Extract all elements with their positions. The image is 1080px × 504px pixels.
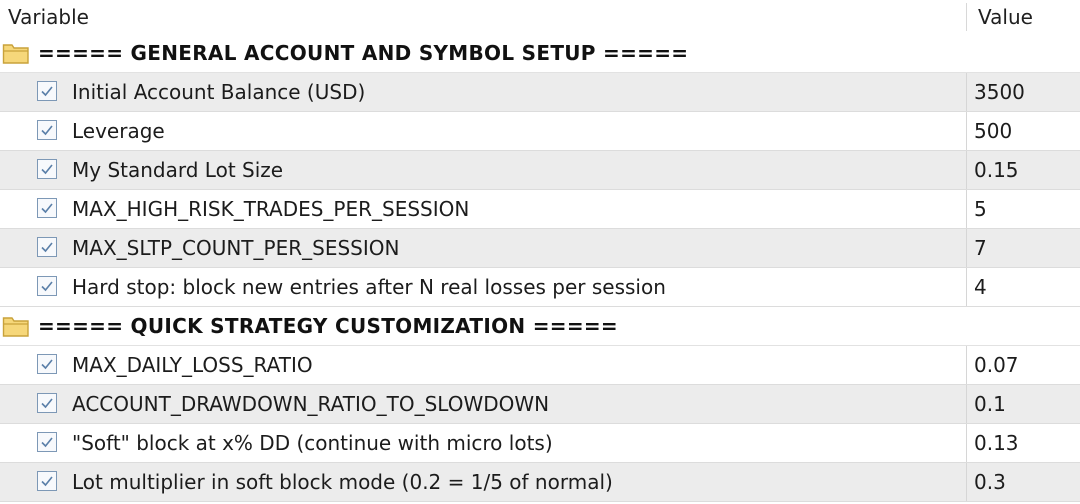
checkmark-icon: [41, 281, 53, 292]
column-divider: [966, 385, 967, 423]
table-row[interactable]: Hard stop: block new entries after N rea…: [0, 268, 1080, 307]
checkmark-icon: [41, 242, 53, 253]
row-value[interactable]: 7: [974, 229, 987, 267]
column-divider: [966, 151, 967, 189]
column-divider: [966, 463, 967, 501]
table-row[interactable]: MAX_HIGH_RISK_TRADES_PER_SESSION 5: [0, 190, 1080, 229]
group-title: ===== QUICK STRATEGY CUSTOMIZATION =====: [38, 314, 618, 338]
row-label: MAX_HIGH_RISK_TRADES_PER_SESSION: [72, 197, 470, 221]
row-value[interactable]: 0.15: [974, 151, 1019, 189]
row-label: Leverage: [72, 119, 165, 143]
folder-icon: [2, 44, 29, 64]
checkbox[interactable]: [37, 354, 57, 374]
table-row[interactable]: Initial Account Balance (USD) 3500: [0, 73, 1080, 112]
row-label: My Standard Lot Size: [72, 158, 284, 182]
group-title: ===== GENERAL ACCOUNT AND SYMBOL SETUP =…: [38, 41, 689, 65]
column-divider[interactable]: [966, 3, 967, 31]
checkbox[interactable]: [37, 81, 57, 101]
column-divider: [966, 346, 967, 384]
row-value[interactable]: 0.07: [974, 346, 1019, 384]
row-label: ACCOUNT_DRAWDOWN_RATIO_TO_SLOWDOWN: [72, 392, 550, 416]
checkbox[interactable]: [37, 393, 57, 413]
checkbox[interactable]: [37, 237, 57, 257]
row-label: "Soft" block at x% DD (continue with mic…: [72, 431, 553, 455]
row-label: Lot multiplier in soft block mode (0.2 =…: [72, 470, 613, 494]
column-divider: [966, 73, 967, 111]
checkmark-icon: [41, 164, 53, 175]
row-value[interactable]: 0.13: [974, 424, 1019, 462]
inputs-table: Variable Value ===== GENERAL ACCOUNT AND…: [0, 0, 1080, 504]
group-row-quick-strategy[interactable]: ===== QUICK STRATEGY CUSTOMIZATION =====: [0, 307, 1080, 346]
checkbox[interactable]: [37, 159, 57, 179]
folder-icon: [2, 317, 29, 337]
table-row[interactable]: Lot multiplier in soft block mode (0.2 =…: [0, 463, 1080, 502]
column-divider: [966, 424, 967, 462]
checkmark-icon: [41, 86, 53, 97]
column-header-variable[interactable]: Variable: [8, 0, 89, 34]
column-header-value[interactable]: Value: [978, 0, 1033, 34]
row-value[interactable]: 0.1: [974, 385, 1006, 423]
row-value[interactable]: 3500: [974, 73, 1025, 111]
checkmark-icon: [41, 359, 53, 370]
checkbox[interactable]: [37, 198, 57, 218]
checkmark-icon: [41, 125, 53, 136]
checkmark-icon: [41, 398, 53, 409]
column-divider: [966, 190, 967, 228]
table-row[interactable]: MAX_SLTP_COUNT_PER_SESSION 7: [0, 229, 1080, 268]
row-label: Initial Account Balance (USD): [72, 80, 366, 104]
table-row[interactable]: My Standard Lot Size 0.15: [0, 151, 1080, 190]
group-row-general-setup[interactable]: ===== GENERAL ACCOUNT AND SYMBOL SETUP =…: [0, 34, 1080, 73]
table-row[interactable]: ACCOUNT_DRAWDOWN_RATIO_TO_SLOWDOWN 0.1: [0, 385, 1080, 424]
row-label: MAX_DAILY_LOSS_RATIO: [72, 353, 313, 377]
checkmark-icon: [41, 476, 53, 487]
column-divider: [966, 112, 967, 150]
checkbox[interactable]: [37, 120, 57, 140]
row-label: Hard stop: block new entries after N rea…: [72, 275, 666, 299]
column-divider: [966, 268, 967, 306]
checkbox[interactable]: [37, 471, 57, 491]
row-value[interactable]: 500: [974, 112, 1012, 150]
table-header: Variable Value: [0, 0, 1080, 34]
table-row[interactable]: MAX_DAILY_LOSS_RATIO 0.07: [0, 346, 1080, 385]
row-value[interactable]: 0.3: [974, 463, 1006, 501]
table-row[interactable]: "Soft" block at x% DD (continue with mic…: [0, 424, 1080, 463]
table-row[interactable]: Leverage 500: [0, 112, 1080, 151]
checkmark-icon: [41, 437, 53, 448]
row-label: MAX_SLTP_COUNT_PER_SESSION: [72, 236, 400, 260]
checkmark-icon: [41, 203, 53, 214]
checkbox[interactable]: [37, 276, 57, 296]
column-divider: [966, 229, 967, 267]
checkbox[interactable]: [37, 432, 57, 452]
row-value[interactable]: 4: [974, 268, 987, 306]
row-value[interactable]: 5: [974, 190, 987, 228]
